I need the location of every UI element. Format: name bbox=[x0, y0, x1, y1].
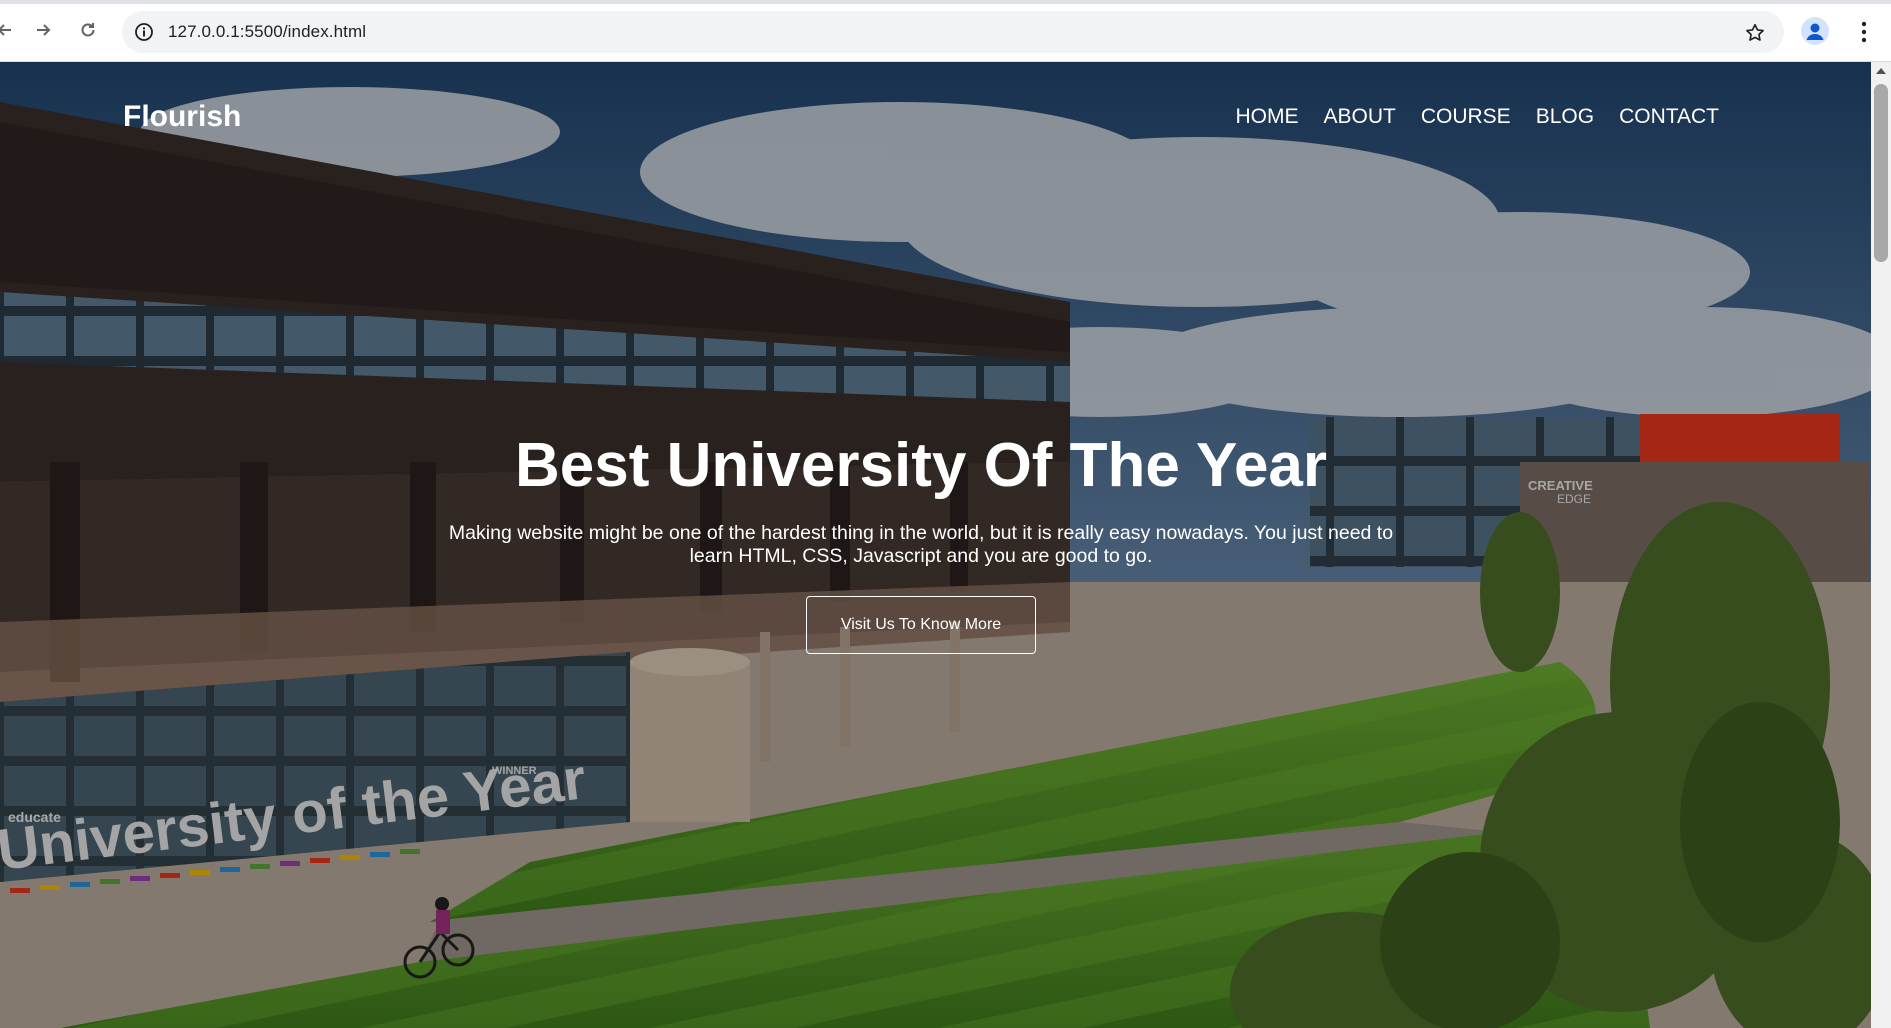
profile-button[interactable] bbox=[1801, 17, 1829, 45]
visit-us-button[interactable]: Visit Us To Know More bbox=[805, 596, 1037, 655]
hero-description: Making website might be one of the harde… bbox=[448, 522, 1394, 568]
forward-button[interactable] bbox=[28, 15, 58, 45]
back-button[interactable] bbox=[0, 15, 20, 45]
reload-icon bbox=[81, 23, 95, 37]
profile-icon bbox=[1806, 23, 1824, 40]
nav-link-contact[interactable]: CONTACT bbox=[1619, 105, 1719, 129]
hero-content: Best University Of The Year Making websi… bbox=[0, 431, 1842, 655]
main-menu: HOME ABOUT COURSE BLOG CONTACT bbox=[1236, 105, 1720, 129]
browser-toolbar: 127.0.0.1:5500/index.html bbox=[0, 0, 1891, 62]
forward-icon bbox=[37, 24, 51, 36]
nav-link-blog[interactable]: BLOG bbox=[1536, 105, 1594, 129]
star-icon[interactable] bbox=[1744, 22, 1766, 44]
nav-link-about[interactable]: ABOUT bbox=[1324, 105, 1396, 129]
hero-title: Best University Of The Year bbox=[514, 431, 1328, 500]
scrollbar-thumb[interactable] bbox=[1874, 84, 1888, 262]
url-text[interactable]: 127.0.0.1:5500/index.html bbox=[168, 11, 366, 53]
site-navbar: Flourish HOME ABOUT COURSE BLOG CONTACT bbox=[0, 62, 1871, 172]
tab-strip bbox=[0, 0, 1891, 4]
nav-link-home[interactable]: HOME bbox=[1236, 105, 1299, 129]
scroll-up-arrow-icon[interactable] bbox=[1876, 68, 1886, 74]
site-logo[interactable]: Flourish bbox=[123, 100, 241, 134]
info-icon[interactable] bbox=[134, 22, 154, 42]
page-scrollbar[interactable] bbox=[1871, 62, 1891, 1028]
page-viewport: CREATIVE EDGE educate University of the … bbox=[0, 62, 1871, 1028]
address-bar[interactable]: 127.0.0.1:5500/index.html bbox=[122, 11, 1784, 53]
menu-kebab-icon[interactable] bbox=[1852, 18, 1876, 46]
nav-link-course[interactable]: COURSE bbox=[1421, 105, 1511, 129]
back-icon bbox=[0, 24, 11, 36]
reload-button[interactable] bbox=[73, 15, 103, 45]
